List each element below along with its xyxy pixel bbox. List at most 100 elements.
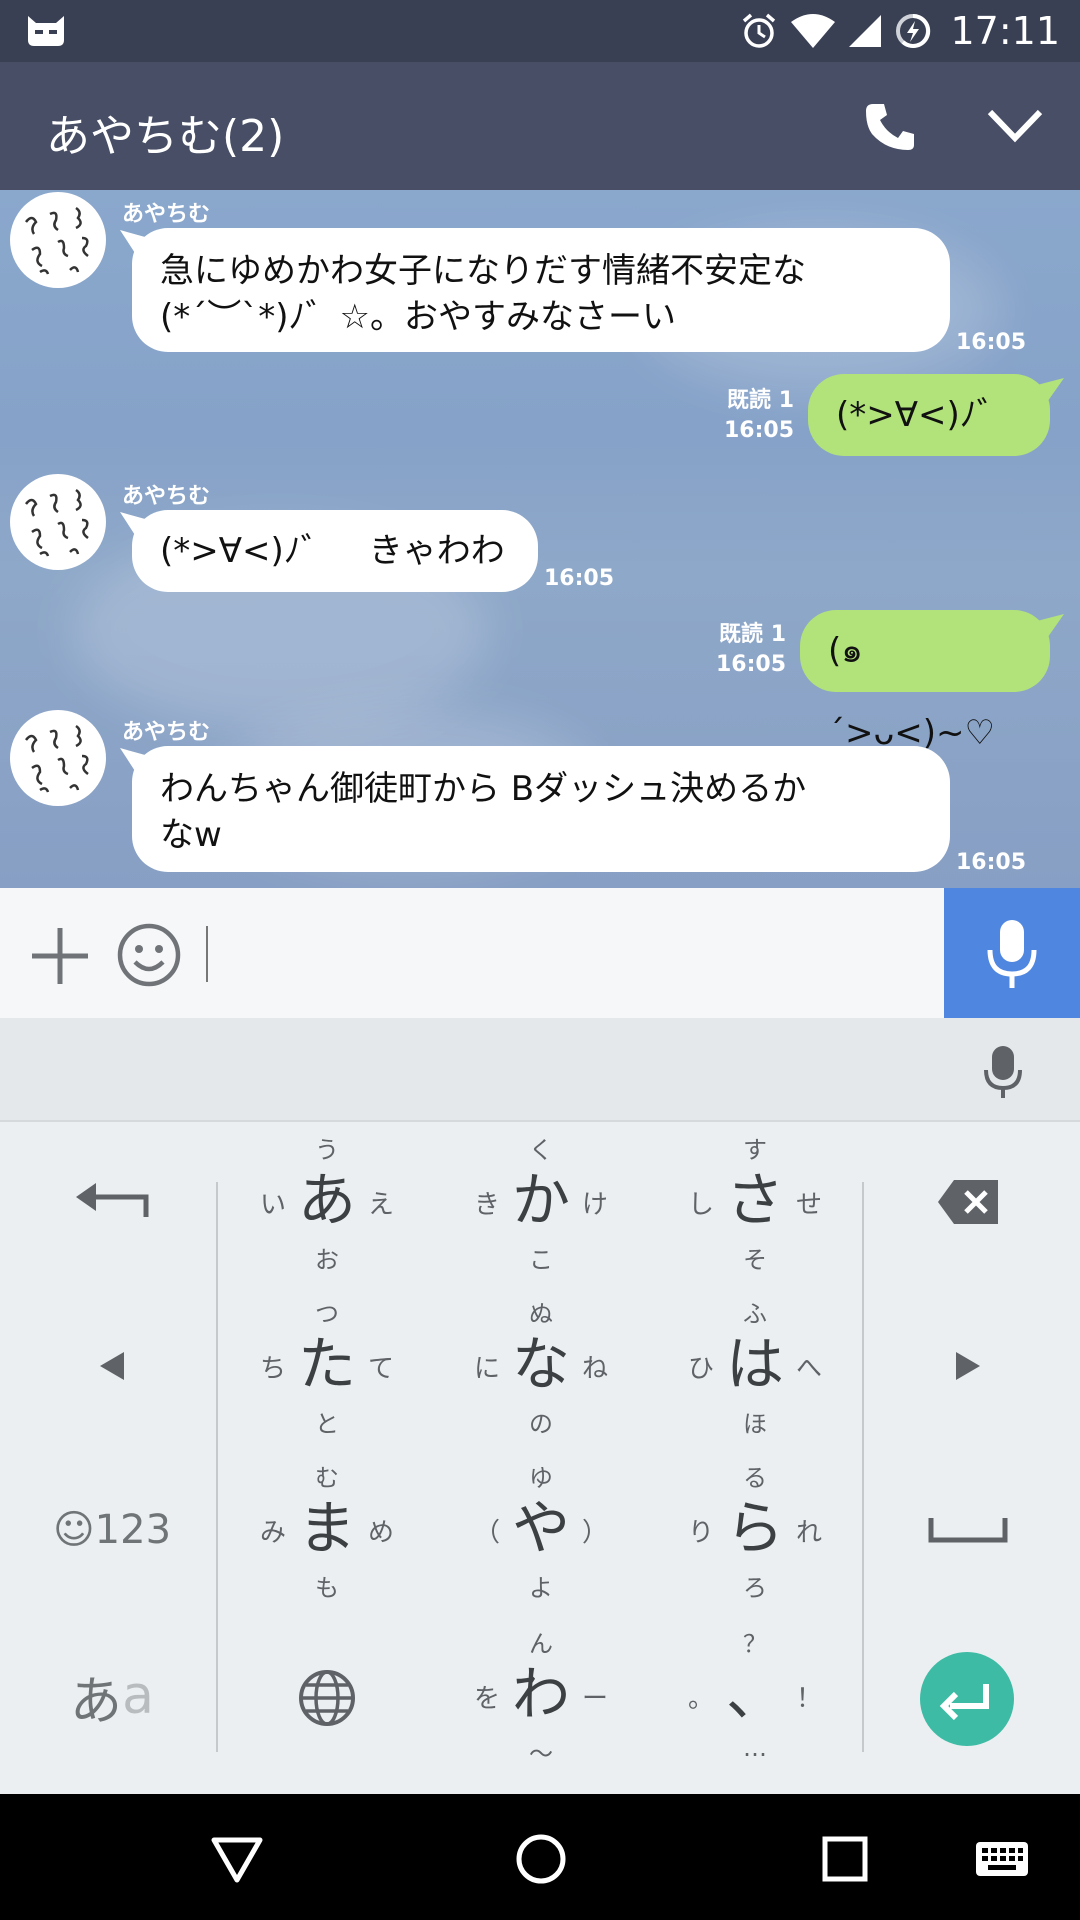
recents-icon[interactable] xyxy=(818,1832,872,1886)
flick-up: ぬ xyxy=(529,1300,553,1328)
message-bubble[interactable]: わんちゃん御徒町から Bダッシュ決めるか なw xyxy=(132,746,950,872)
chat-area[interactable]: あやちむ 急にゆめかわ女子になりだす情緒不安定な (*´︶`*)ﾉ゛☆。おやすみ… xyxy=(0,190,1080,888)
key-label: ま xyxy=(297,1494,356,1562)
flick-right: せ xyxy=(795,1190,822,1220)
flick-right: え xyxy=(367,1190,394,1220)
key-na[interactable]: ぬ に な ね の xyxy=(436,1286,646,1446)
microphone-icon[interactable] xyxy=(982,1044,1024,1098)
key-wa[interactable]: ん を わ ー 〜 xyxy=(436,1616,646,1776)
flick-up: ん xyxy=(529,1630,553,1658)
message-text: (๑´>ᴗ<)~♡ xyxy=(828,631,996,753)
flick-right: け xyxy=(581,1190,608,1220)
message-bubble-outgoing[interactable]: (๑´>ᴗ<)~♡ xyxy=(800,610,1050,753)
flick-up: む xyxy=(315,1464,339,1492)
key-a[interactable]: う い あ え お xyxy=(222,1122,432,1282)
flick-up: う xyxy=(315,1136,339,1164)
globe-icon xyxy=(299,1670,355,1726)
key-ra[interactable]: る り ら れ ろ xyxy=(650,1450,860,1610)
key-punctuation[interactable]: ？ 。 、 ！ … xyxy=(650,1616,860,1776)
flick-down: も xyxy=(315,1574,339,1602)
flick-down: ろ xyxy=(743,1574,767,1602)
flick-up: る xyxy=(743,1464,767,1492)
read-label: 既読 1 xyxy=(727,388,794,413)
avatar[interactable] xyxy=(10,192,106,288)
flick-down: の xyxy=(529,1410,553,1438)
flick-right: め xyxy=(367,1518,394,1548)
plus-icon[interactable] xyxy=(30,926,90,986)
enter-icon xyxy=(939,1684,989,1721)
avatar[interactable] xyxy=(10,474,106,570)
flick-down: こ xyxy=(529,1246,553,1274)
key-label: や xyxy=(511,1494,570,1562)
backspace-key[interactable] xyxy=(878,1122,1058,1282)
read-receipt: 既読 1 16:05 xyxy=(692,620,786,680)
message-line: (*>∀<)ﾉ゛ きゃわわ xyxy=(160,531,505,571)
undo-key[interactable] xyxy=(22,1122,202,1282)
flick-right: て xyxy=(367,1354,394,1384)
key-label: 、 xyxy=(725,1660,784,1728)
kana-toggle-key[interactable]: あa xyxy=(22,1616,202,1776)
key-label: さ xyxy=(725,1166,784,1234)
keyboard-toolbar xyxy=(0,1018,1080,1122)
flick-up: く xyxy=(529,1136,553,1164)
key-ya[interactable]: ゆ （ や ） よ xyxy=(436,1450,646,1610)
undo-icon xyxy=(76,1183,149,1217)
key-label: あ xyxy=(297,1166,356,1234)
key-label: か xyxy=(511,1166,570,1234)
cursor-right-key[interactable] xyxy=(878,1286,1058,1446)
key-label: わ xyxy=(511,1660,570,1728)
alpha-label: a xyxy=(122,1666,154,1726)
message-bubble[interactable]: (*>∀<)ﾉ゛ きゃわわ xyxy=(132,510,538,592)
flick-down: ほ xyxy=(743,1410,767,1438)
message-input-bar xyxy=(0,888,1080,1018)
enter-key[interactable] xyxy=(920,1652,1014,1746)
message-line: なw xyxy=(160,815,222,855)
text-caret xyxy=(206,926,208,982)
message-line: わんちゃん御徒町から Bダッシュ決めるか xyxy=(160,769,807,809)
flick-up: つ xyxy=(315,1300,339,1328)
flick-right: ー xyxy=(581,1684,608,1714)
cursor-left-key[interactable] xyxy=(22,1286,202,1446)
key-ha[interactable]: ふ ひ は へ ほ xyxy=(650,1286,860,1446)
flick-right: へ xyxy=(795,1354,822,1384)
space-key[interactable] xyxy=(878,1450,1058,1610)
emoji-numbers-key[interactable]: ☺123 xyxy=(22,1450,202,1610)
keyboard: ☺123 あa う い あ え お く き か け こ す し さ せ そ つ … xyxy=(0,1122,1080,1794)
wifi-icon xyxy=(791,14,836,48)
message-text: (*>∀<)ﾉ゛ xyxy=(836,395,1011,435)
flick-right: ！ xyxy=(795,1684,822,1714)
cursor-left-icon xyxy=(100,1352,124,1380)
emoji-icon[interactable] xyxy=(116,922,182,988)
key-label: ら xyxy=(725,1494,784,1562)
globe-key[interactable] xyxy=(222,1616,432,1776)
cyanogen-bot-icon xyxy=(28,16,64,46)
key-ta[interactable]: つ ち た て と xyxy=(222,1286,432,1446)
flick-up: す xyxy=(743,1136,767,1164)
read-label: 既読 1 xyxy=(719,622,786,647)
home-icon[interactable] xyxy=(514,1832,568,1886)
key-ma[interactable]: む み ま め も xyxy=(222,1450,432,1610)
battery-charging-icon xyxy=(896,13,931,48)
message-bubble[interactable]: 急にゆめかわ女子になりだす情緒不安定な (*´︶`*)ﾉ゛☆。おやすみなさーい xyxy=(132,228,950,352)
status-time: 17:11 xyxy=(950,9,1060,53)
message-bubble-outgoing[interactable]: (*>∀<)ﾉ゛ xyxy=(808,374,1050,456)
message-time: 16:05 xyxy=(715,652,786,677)
chevron-down-icon[interactable] xyxy=(986,106,1044,148)
chat-header: あやちむ(2) xyxy=(0,62,1080,190)
back-icon[interactable] xyxy=(210,1832,264,1886)
key-ka[interactable]: く き か け こ xyxy=(436,1122,646,1282)
flick-down: と xyxy=(315,1410,339,1438)
key-sa[interactable]: す し さ せ そ xyxy=(650,1122,860,1282)
voice-input-button[interactable] xyxy=(944,888,1080,1018)
message-input[interactable] xyxy=(206,926,946,982)
signal-icon xyxy=(849,15,882,47)
avatar[interactable] xyxy=(10,710,106,806)
flick-down: そ xyxy=(743,1246,767,1274)
phone-icon[interactable] xyxy=(860,98,920,158)
status-bar: 17:11 xyxy=(0,0,1080,62)
microphone-icon xyxy=(987,920,1037,988)
message-line: (*´︶`*)ﾉ゛☆。おやすみなさーい xyxy=(160,297,677,337)
keyboard-switch-icon[interactable] xyxy=(972,1832,1032,1886)
sender-name: あやちむ xyxy=(122,202,211,227)
key-label: は xyxy=(725,1330,784,1398)
